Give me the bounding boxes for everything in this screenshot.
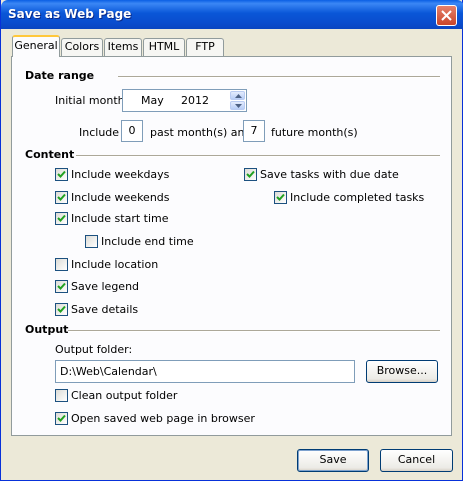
- past-months-label: past month(s) and: [150, 126, 252, 139]
- include-label: Include: [79, 126, 120, 139]
- checkmark-icon: [276, 193, 285, 201]
- date-range-divider: [118, 76, 440, 78]
- content-divider: [76, 155, 440, 157]
- initial-month-label: Initial month:: [55, 94, 129, 107]
- cancel-button[interactable]: Cancel: [380, 449, 453, 472]
- year-value: 2012: [181, 94, 209, 107]
- checkmark-icon: [57, 214, 66, 222]
- month-spinner[interactable]: [230, 91, 245, 110]
- checkmark-icon: [57, 414, 66, 422]
- output-divider: [68, 330, 440, 332]
- spin-up-button[interactable]: [230, 91, 245, 100]
- tab-general[interactable]: General: [12, 35, 60, 57]
- close-button[interactable]: [436, 5, 457, 26]
- month-value: May: [141, 94, 164, 107]
- date-range-heading: Date range: [25, 69, 95, 82]
- checkmark-icon: [57, 282, 66, 290]
- tab-ftp[interactable]: FTP: [186, 38, 224, 56]
- checkmark-icon: [57, 170, 66, 178]
- initial-month-picker[interactable]: May 2012: [122, 89, 247, 112]
- output-folder-label: Output folder:: [55, 343, 133, 356]
- output-heading: Output: [25, 323, 69, 336]
- dialog-window: Save as Web Page General Colors Items HT…: [0, 0, 463, 481]
- content-heading: Content: [25, 148, 75, 161]
- checkmark-icon: [246, 170, 255, 178]
- tab-colors[interactable]: Colors: [61, 38, 103, 56]
- past-months-input[interactable]: 0: [121, 120, 143, 142]
- future-months-label: future month(s): [271, 126, 358, 139]
- checkmark-icon: [57, 193, 66, 201]
- arrow-up-icon: [235, 94, 242, 98]
- arrow-down-icon: [235, 104, 242, 108]
- title-bar[interactable]: Save as Web Page: [1, 0, 463, 29]
- tab-html[interactable]: HTML: [143, 38, 185, 56]
- save-button[interactable]: Save: [297, 449, 369, 472]
- window-title: Save as Web Page: [8, 7, 132, 21]
- tab-items[interactable]: Items: [104, 38, 142, 56]
- browse-button[interactable]: Browse...: [366, 360, 438, 383]
- output-folder-input[interactable]: D:\Web\Calendar\: [55, 360, 355, 383]
- checkmark-icon: [57, 305, 66, 313]
- spin-down-button[interactable]: [230, 101, 245, 110]
- future-months-input[interactable]: 7: [243, 120, 265, 142]
- close-icon: [441, 10, 452, 21]
